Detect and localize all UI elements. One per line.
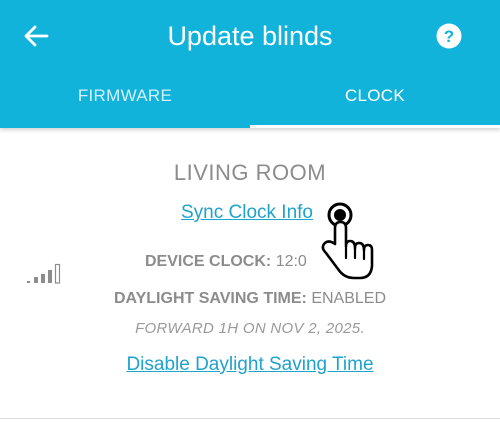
dst-value: ENABLED [311, 290, 387, 307]
disable-dst-link[interactable]: Disable Daylight Saving Time [126, 354, 373, 375]
dst-label: DAYLIGHT SAVING TIME: [113, 290, 307, 307]
device-clock-row: DEVICE CLOCK: 12:0 [145, 253, 307, 271]
sync-clock-link[interactable]: Sync Clock Info [181, 202, 313, 224]
hand-pointer-icon [321, 202, 374, 280]
tab-firmware[interactable]: FIRMWARE [0, 70, 250, 128]
tab-clock[interactable]: CLOCK [250, 70, 500, 128]
dst-row: DAYLIGHT SAVING TIME: ENABLED [0, 290, 500, 308]
device-clock-value: 12:0 [275, 253, 307, 270]
divider [0, 418, 500, 419]
signal-strength-icon [27, 263, 61, 284]
page-title: Update blinds [167, 21, 333, 51]
question-circle-icon: ? [436, 23, 462, 49]
disable-dst-link-container: Disable Daylight Saving Time [0, 354, 500, 376]
tab-bar: FIRMWARE CLOCK [0, 70, 500, 128]
room-name: LIVING ROOM [173, 160, 327, 185]
help-button[interactable]: ? [433, 20, 465, 52]
dst-forward-note: FORWARD 1H ON NOV 2, 2025. [135, 320, 365, 337]
svg-text:?: ? [444, 27, 454, 46]
app-header: Update blinds ? FIRMWARE CLOCK [0, 0, 500, 128]
device-clock-label: DEVICE CLOCK: [145, 253, 272, 270]
